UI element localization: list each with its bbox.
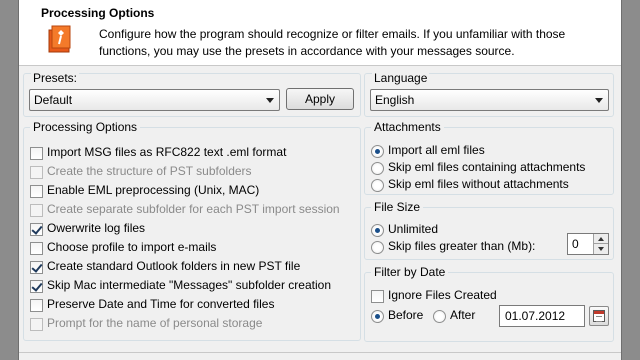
file-size-value: 0 xyxy=(572,237,579,251)
radio-button[interactable] xyxy=(371,310,384,323)
date-field[interactable]: 01.07.2012 xyxy=(499,305,585,327)
language-selected: English xyxy=(375,93,415,107)
calendar-icon xyxy=(593,310,605,322)
radio-button[interactable] xyxy=(433,310,446,323)
language-dropdown[interactable]: English xyxy=(370,89,609,111)
processing-options-dialog: Processing Options Configure how the pro… xyxy=(18,0,622,360)
apply-button[interactable]: Apply xyxy=(286,88,354,110)
date-value: 01.07.2012 xyxy=(505,309,566,323)
radio-button[interactable] xyxy=(371,241,384,254)
background-window-right xyxy=(622,0,640,360)
attachments-group: Attachments Import all eml files Skip em… xyxy=(364,120,614,195)
radio-button[interactable] xyxy=(371,145,384,158)
header-panel: Processing Options Configure how the pro… xyxy=(19,0,621,66)
page-description: Configure how the program should recogni… xyxy=(99,27,566,58)
checkbox[interactable] xyxy=(30,242,43,255)
processing-options-group: Processing Options Import MSG files as R… xyxy=(23,120,361,341)
calendar-button[interactable] xyxy=(589,306,609,326)
radio-button[interactable] xyxy=(371,179,384,192)
radio-button[interactable] xyxy=(371,162,384,175)
spin-down-icon[interactable] xyxy=(593,244,608,254)
background-window-left xyxy=(0,0,18,360)
spin-up-icon[interactable] xyxy=(593,234,608,244)
processing-options-label: Processing Options xyxy=(30,120,141,134)
chevron-down-icon xyxy=(595,98,603,103)
presets-selected: Default xyxy=(34,93,73,107)
radio-button[interactable] xyxy=(371,224,384,237)
checkbox xyxy=(30,166,43,179)
chevron-down-icon xyxy=(266,98,274,103)
presets-label: Presets: xyxy=(31,71,80,85)
checkbox[interactable] xyxy=(30,185,43,198)
checkbox[interactable] xyxy=(30,261,43,274)
dialog-bottom-edge xyxy=(19,352,621,360)
checkbox[interactable] xyxy=(371,290,384,303)
checkbox[interactable] xyxy=(30,147,43,160)
page-title: Processing Options xyxy=(41,6,155,20)
filter-by-date-label: Filter by Date xyxy=(371,265,449,279)
presets-dropdown[interactable]: Default xyxy=(29,89,280,111)
checkbox xyxy=(30,204,43,217)
file-size-label: File Size xyxy=(371,200,424,214)
checkbox xyxy=(30,318,43,331)
wizard-icon xyxy=(47,24,73,54)
file-size-stepper[interactable]: 0 xyxy=(567,233,609,255)
language-label: Language xyxy=(372,71,430,85)
checkbox[interactable] xyxy=(30,223,43,236)
checkbox[interactable] xyxy=(30,299,43,312)
checkbox[interactable] xyxy=(30,280,43,293)
attachments-label: Attachments xyxy=(371,120,444,134)
